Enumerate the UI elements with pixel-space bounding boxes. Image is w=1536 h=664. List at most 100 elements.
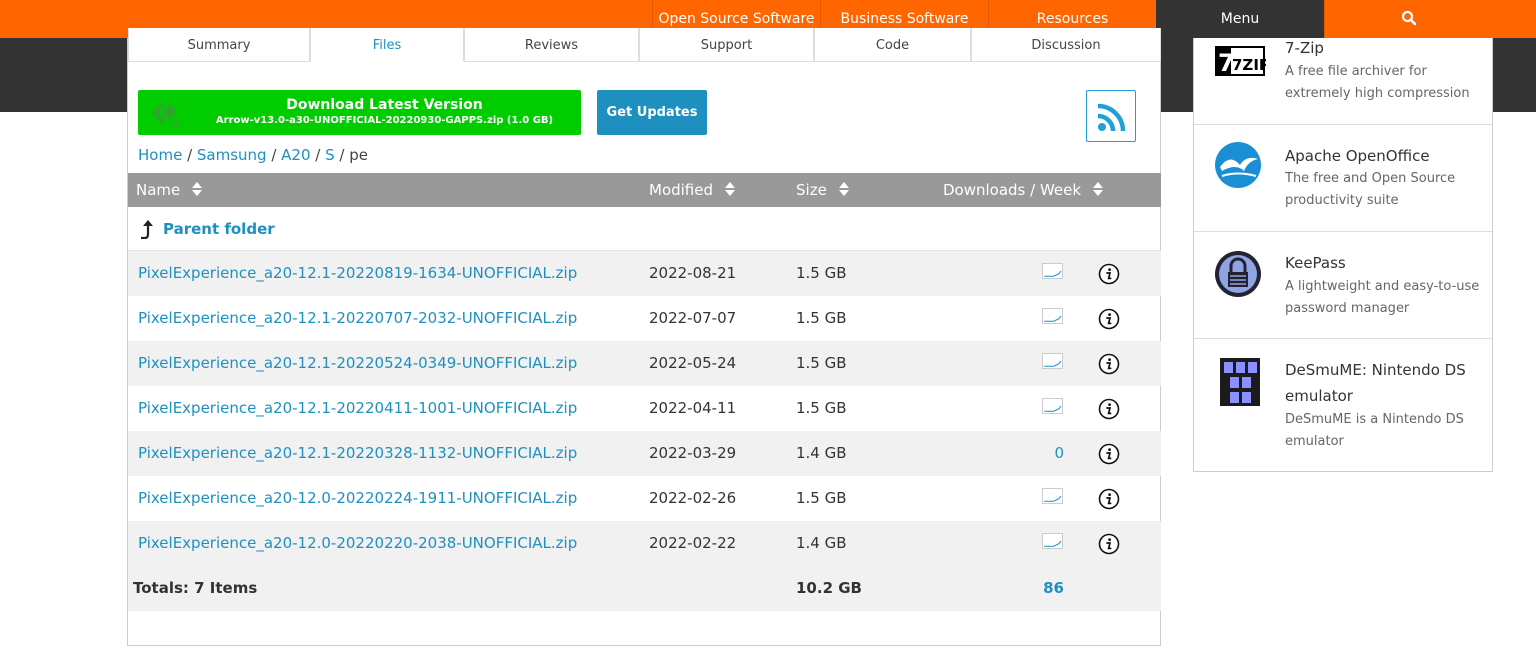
file-size: 1.5 GB bbox=[796, 489, 847, 507]
tab-code[interactable]: Code bbox=[814, 28, 971, 62]
up-arrow-icon bbox=[141, 220, 153, 239]
openoffice-gull-logo-icon bbox=[1214, 141, 1266, 193]
parent-folder-link[interactable]: Parent folder bbox=[163, 220, 275, 238]
breadcrumb: Home / Samsung / A20 / S / pe bbox=[138, 146, 368, 164]
file-size: 1.4 GB bbox=[796, 534, 847, 552]
breadcrumb-home[interactable]: Home bbox=[138, 146, 182, 164]
desmume-logo-icon bbox=[1214, 356, 1266, 408]
modified-date: 2022-03-29 bbox=[649, 444, 737, 462]
file-name-link[interactable]: PixelExperience_a20-12.1-20220819-1634-U… bbox=[138, 264, 577, 282]
sidebar-item-name[interactable]: DeSmuME: Nintendo DS emulator bbox=[1285, 357, 1485, 409]
sidebar-item-7zip[interactable]: 7 7ZIP 7-Zip A free file archiver for ex… bbox=[1194, 38, 1492, 125]
file-info-icon[interactable] bbox=[1098, 263, 1120, 285]
sidebar-item-desmume[interactable]: DeSmuME: Nintendo DS emulator DeSmuME is… bbox=[1194, 339, 1492, 472]
sort-icon bbox=[192, 181, 203, 196]
rss-icon bbox=[1097, 103, 1126, 132]
breadcrumb-samsung[interactable]: Samsung bbox=[197, 146, 267, 164]
column-downloads-label: Downloads / Week bbox=[943, 181, 1082, 199]
downloads-sparkline-icon[interactable] bbox=[1042, 488, 1063, 504]
column-modified-header[interactable]: Modified bbox=[649, 173, 736, 207]
parent-folder-row[interactable]: Parent folder bbox=[128, 207, 1161, 251]
modified-date: 2022-05-24 bbox=[649, 354, 737, 372]
file-size: 1.4 GB bbox=[796, 444, 847, 462]
column-downloads-header[interactable]: Downloads / Week bbox=[943, 173, 1104, 207]
weekly-downloads[interactable]: 0 bbox=[1054, 444, 1064, 462]
breadcrumb-a20[interactable]: A20 bbox=[281, 146, 310, 164]
files-table-header: Name Modified Size Downloads / Week bbox=[128, 173, 1161, 207]
column-size-label: Size bbox=[796, 181, 827, 199]
tab-summary[interactable]: Summary bbox=[128, 28, 310, 62]
modified-date: 2022-08-21 bbox=[649, 264, 737, 282]
download-latest-button[interactable]: SF Download Latest Version Arrow-v13.0-a… bbox=[138, 90, 581, 135]
sidebar-item-keepass[interactable]: KeePass A lightweight and easy-to-use pa… bbox=[1194, 232, 1492, 339]
modified-date: 2022-02-26 bbox=[649, 489, 737, 507]
tab-files[interactable]: Files bbox=[310, 28, 464, 62]
file-name-link[interactable]: PixelExperience_a20-12.0-20220220-2038-U… bbox=[138, 534, 577, 552]
nav-search-button[interactable] bbox=[1324, 0, 1492, 38]
file-size: 1.5 GB bbox=[796, 264, 847, 282]
sidebar-item-name[interactable]: Apache OpenOffice bbox=[1285, 143, 1485, 169]
file-name-link[interactable]: PixelExperience_a20-12.1-20220524-0349-U… bbox=[138, 354, 577, 372]
sidebar-item-desc: A lightweight and easy-to-use password m… bbox=[1285, 279, 1480, 316]
table-row: PixelExperience_a20-12.0-20220224-1911-U… bbox=[128, 476, 1161, 521]
table-row: PixelExperience_a20-12.1-20220819-1634-U… bbox=[128, 251, 1161, 296]
sort-icon bbox=[724, 181, 735, 196]
column-modified-label: Modified bbox=[649, 181, 714, 199]
search-icon bbox=[1401, 10, 1416, 25]
table-row: PixelExperience_a20-12.1-20220707-2032-U… bbox=[128, 296, 1161, 341]
tab-support[interactable]: Support bbox=[639, 28, 814, 62]
sidebar-item-desc: The free and Open Source productivity su… bbox=[1285, 171, 1456, 208]
breadcrumb-current: pe bbox=[349, 146, 368, 164]
file-info-icon[interactable] bbox=[1098, 308, 1120, 330]
nav-menu[interactable]: Menu bbox=[1156, 0, 1324, 38]
tab-discussion[interactable]: Discussion bbox=[971, 28, 1161, 62]
table-row: PixelExperience_a20-12.0-20220220-2038-U… bbox=[128, 521, 1161, 566]
file-name-link[interactable]: PixelExperience_a20-12.0-20220224-1911-U… bbox=[138, 489, 577, 507]
svg-text:7ZIP: 7ZIP bbox=[1232, 56, 1266, 74]
sort-icon bbox=[1092, 181, 1103, 196]
sort-icon bbox=[838, 181, 849, 196]
downloads-sparkline-icon[interactable] bbox=[1042, 263, 1063, 279]
file-info-icon[interactable] bbox=[1098, 443, 1120, 465]
table-row: PixelExperience_a20-12.1-20220411-1001-U… bbox=[128, 386, 1161, 431]
sidebar-item-openoffice[interactable]: Apache OpenOffice The free and Open Sour… bbox=[1194, 125, 1492, 232]
file-size: 1.5 GB bbox=[796, 354, 847, 372]
totals-downloads[interactable]: 86 bbox=[1043, 579, 1064, 597]
column-name-label: Name bbox=[136, 181, 181, 199]
7zip-logo-icon: 7 7ZIP bbox=[1214, 42, 1270, 94]
column-size-header[interactable]: Size bbox=[796, 173, 850, 207]
file-info-icon[interactable] bbox=[1098, 533, 1120, 555]
rss-button[interactable] bbox=[1086, 90, 1136, 142]
breadcrumb-s[interactable]: S bbox=[325, 146, 335, 164]
file-rows: PixelExperience_a20-12.1-20220819-1634-U… bbox=[128, 251, 1161, 566]
downloads-sparkline-icon[interactable] bbox=[1042, 308, 1063, 324]
file-info-icon[interactable] bbox=[1098, 398, 1120, 420]
downloads-sparkline-icon[interactable] bbox=[1042, 398, 1063, 414]
totals-label: Totals: 7 Items bbox=[133, 579, 258, 597]
file-size: 1.5 GB bbox=[796, 399, 847, 417]
file-info-icon[interactable] bbox=[1098, 488, 1120, 510]
table-row: PixelExperience_a20-12.1-20220524-0349-U… bbox=[128, 341, 1161, 386]
related-software-sidebar: 7 7ZIP 7-Zip A free file archiver for ex… bbox=[1193, 38, 1493, 472]
downloads-sparkline-icon[interactable] bbox=[1042, 353, 1063, 369]
keepass-lock-logo-icon bbox=[1214, 250, 1266, 302]
column-name-header[interactable]: Name bbox=[136, 173, 203, 207]
get-updates-button[interactable]: Get Updates bbox=[597, 90, 707, 135]
file-name-link[interactable]: PixelExperience_a20-12.1-20220411-1001-U… bbox=[138, 399, 577, 417]
modified-date: 2022-04-11 bbox=[649, 399, 737, 417]
project-tabs: Summary Files Reviews Support Code Discu… bbox=[128, 28, 1161, 62]
sidebar-item-name[interactable]: KeePass bbox=[1285, 250, 1485, 276]
file-info-icon[interactable] bbox=[1098, 353, 1120, 375]
sidebar-item-name[interactable]: 7-Zip bbox=[1285, 35, 1485, 61]
sidebar-item-desc: DeSmuME is a Nintendo DS emulator bbox=[1285, 412, 1464, 449]
file-size: 1.5 GB bbox=[796, 309, 847, 327]
downloads-sparkline-icon[interactable] bbox=[1042, 533, 1063, 549]
tab-reviews[interactable]: Reviews bbox=[464, 28, 639, 62]
download-filename: Arrow-v13.0-a30-UNOFFICIAL-20220930-GAPP… bbox=[215, 115, 554, 126]
sidebar-item-desc: A free file archiver for extremely high … bbox=[1285, 64, 1470, 101]
files-panel: Summary Files Reviews Support Code Discu… bbox=[127, 28, 1161, 646]
file-name-link[interactable]: PixelExperience_a20-12.1-20220707-2032-U… bbox=[138, 309, 577, 327]
modified-date: 2022-02-22 bbox=[649, 534, 737, 552]
file-name-link[interactable]: PixelExperience_a20-12.1-20220328-1132-U… bbox=[138, 444, 577, 462]
sourceforge-logo-icon: SF bbox=[152, 102, 180, 127]
